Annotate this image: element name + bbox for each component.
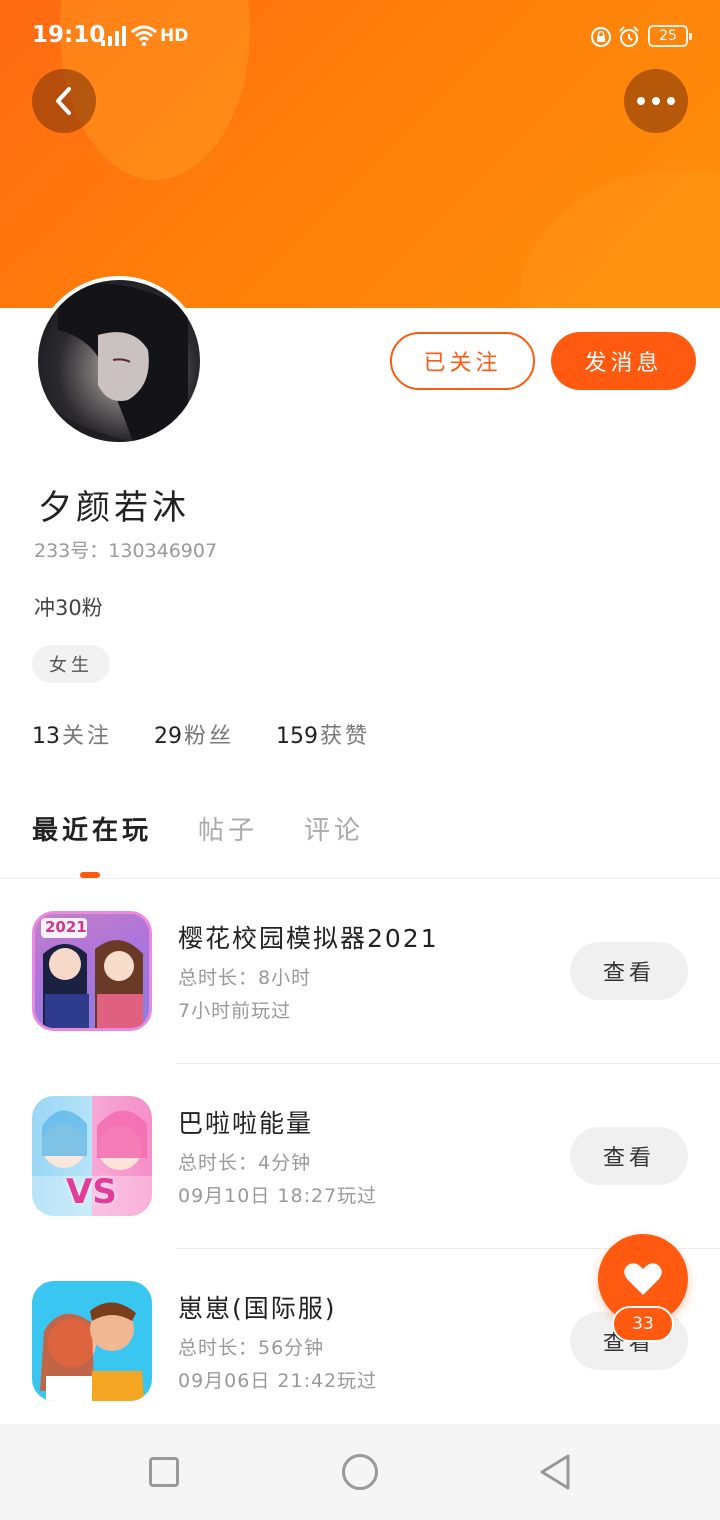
home-button[interactable]	[342, 1454, 378, 1490]
wifi-icon	[131, 25, 157, 46]
game-icon	[32, 1281, 152, 1401]
send-message-button[interactable]: 发消息	[551, 332, 696, 390]
view-button[interactable]: 查看	[570, 1127, 688, 1185]
rotation-lock-icon	[591, 27, 611, 47]
list-item[interactable]: VS 巴啦啦能量 总时长：4分钟 09月10日 18:27玩过 查看	[0, 1064, 720, 1249]
status-bar: 19:10 HD 25	[0, 0, 720, 72]
alarm-icon	[619, 26, 639, 47]
header-decoration	[520, 170, 720, 308]
game-title: 巴啦啦能量	[178, 1109, 314, 1138]
game-duration: 总时长：56分钟	[178, 1337, 325, 1359]
like-count-badge: 33	[612, 1306, 674, 1342]
signal-icon	[101, 26, 126, 46]
following-count: 13	[32, 724, 60, 749]
tab-recently-played[interactable]: 最近在玩	[32, 810, 152, 854]
likes-label: 获赞	[320, 724, 371, 749]
following-button[interactable]: 已关注	[390, 332, 535, 390]
profile-stats: 13 关注 29 粉丝 159 获赞	[32, 718, 370, 750]
user-id: 233号：130346907	[34, 540, 218, 562]
likes-count: 159	[276, 724, 319, 749]
recent-apps-button[interactable]	[149, 1457, 179, 1487]
followers-label: 粉丝	[184, 724, 235, 749]
game-duration: 总时长：4分钟	[178, 1152, 312, 1174]
game-icon: 2021	[32, 911, 152, 1031]
game-last-played: 09月10日 18:27玩过	[178, 1185, 378, 1207]
game-title: 崽崽(国际服)	[178, 1294, 337, 1323]
following-stat[interactable]: 13 关注	[32, 718, 112, 750]
followers-count: 29	[154, 724, 183, 749]
status-time: 19:10	[32, 22, 106, 48]
gender-tag: 女生	[32, 645, 110, 683]
list-item[interactable]: 2021 樱花校园模拟器2021 总时长：8小时 7小时前玩过 查看	[0, 879, 720, 1064]
back-button[interactable]	[32, 69, 96, 133]
username: 夕颜若沐	[38, 488, 190, 528]
game-last-played: 7小时前玩过	[178, 1000, 292, 1022]
view-button[interactable]: 查看	[570, 942, 688, 1000]
game-duration: 总时长：8小时	[178, 967, 312, 989]
user-bio: 冲30粉	[34, 596, 103, 620]
hd-indicator: HD	[160, 26, 189, 46]
avatar[interactable]	[34, 276, 204, 446]
back-nav-icon[interactable]	[538, 1452, 572, 1492]
game-last-played: 09月06日 21:42玩过	[178, 1370, 378, 1392]
avatar-image	[38, 283, 188, 442]
content-tabs: 最近在玩 帖子 评论	[32, 810, 364, 854]
likes-stat[interactable]: 159 获赞	[276, 718, 370, 750]
tab-posts[interactable]: 帖子	[198, 810, 258, 854]
game-icon-badge: 2021	[45, 918, 87, 936]
back-arrow-icon	[56, 87, 71, 115]
followers-stat[interactable]: 29 粉丝	[154, 718, 234, 750]
game-artwork	[40, 1302, 144, 1401]
game-icon-badge: VS	[66, 1172, 117, 1212]
heart-icon	[624, 1263, 662, 1295]
system-nav-bar	[0, 1424, 720, 1520]
tab-comments[interactable]: 评论	[304, 810, 364, 854]
game-icon: VS	[32, 1096, 152, 1216]
more-dots-icon	[637, 97, 675, 105]
game-title: 樱花校园模拟器2021	[178, 924, 439, 953]
battery-icon: 25	[648, 25, 692, 47]
following-label: 关注	[62, 724, 113, 749]
more-options-button[interactable]	[624, 69, 688, 133]
